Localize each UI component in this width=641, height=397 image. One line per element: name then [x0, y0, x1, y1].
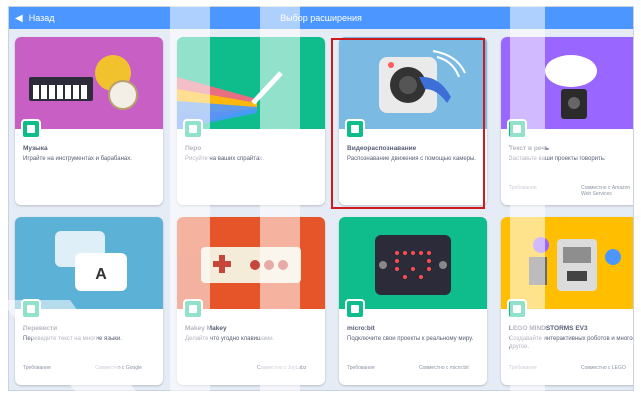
- extension-library-window: ◀ Назад Выбор расширения Музыка Играйте …: [8, 6, 634, 391]
- music-icon: [21, 119, 41, 139]
- pen-card-image: [177, 37, 325, 129]
- extension-name: Перо: [185, 145, 202, 152]
- makey-makey-card-image: [177, 217, 325, 309]
- extension-description: Распознавание движения с помощью камеры.: [347, 156, 476, 162]
- extension-requirements: Требования Совместно с LEGO: [509, 365, 633, 381]
- extension-description: Рисуйте на ваших спрайтах.: [185, 156, 264, 162]
- microbit-card-image: [339, 217, 487, 309]
- extension-card-video-sensing[interactable]: Видеораспознавание Распознавание движени…: [339, 37, 487, 205]
- collaboration-label: Совместно с Google: [95, 365, 142, 371]
- extension-grid: Музыка Играйте на инструментах и барабан…: [15, 37, 633, 387]
- extension-description: Переведите текст на многие языки.: [23, 336, 122, 342]
- pen-icon: [183, 119, 203, 139]
- requirements-label: Требования: [347, 365, 375, 371]
- extension-card-makey-makey[interactable]: Makey Makey Делайте что угодно клавишами…: [177, 217, 325, 385]
- extension-requirements: Требования Совместно с Google: [23, 365, 155, 381]
- extension-name: Перевести: [23, 325, 58, 332]
- extension-requirements: Требования Совместно с Amazon Web Servic…: [509, 185, 633, 201]
- extension-description: Создавайте интерактивных роботов и много…: [509, 336, 634, 350]
- requirements-label: Требования: [23, 365, 51, 371]
- extension-name: Makey Makey: [185, 325, 227, 332]
- makey-makey-icon: [183, 299, 203, 319]
- extension-description: Подключите свои проекты к реальному миру…: [347, 336, 474, 342]
- extension-card-translate[interactable]: A Перевести Переведите текст на многие я…: [15, 217, 163, 385]
- extension-card-lego-ev3[interactable]: LEGO MINDSTORMS EV3 Создавайте интеракти…: [501, 217, 634, 385]
- lego-ev3-icon: [507, 299, 527, 319]
- extension-name: Видеораспознавание: [347, 145, 417, 152]
- video-sensing-icon: [345, 119, 365, 139]
- extension-name: LEGO MINDSTORMS EV3: [509, 325, 588, 332]
- extension-card-text-to-speech[interactable]: Текст в речь Заставьте ваши проекты гово…: [501, 37, 633, 205]
- text-to-speech-icon: [507, 119, 527, 139]
- text-to-speech-card-image: [501, 37, 633, 129]
- requirements-label: Требования: [509, 185, 537, 191]
- extension-requirements: Требования Совместно с micro:bit: [347, 365, 479, 381]
- extension-card-pen[interactable]: Перо Рисуйте на ваших спрайтах.: [177, 37, 325, 205]
- header-bar: ◀ Назад Выбор расширения: [9, 7, 633, 29]
- page-title: Выбор расширения: [280, 13, 362, 23]
- microbit-icon: [345, 299, 365, 319]
- extension-name: Текст в речь: [509, 145, 550, 152]
- extension-description: Делайте что угодно клавишами.: [185, 336, 275, 342]
- music-card-image: [15, 37, 163, 129]
- extension-card-microbit[interactable]: micro:bit Подключите свои проекты к реал…: [339, 217, 487, 385]
- collaboration-label: Совместно с JoyLabz: [257, 365, 307, 371]
- collaboration-label: Совместно с micro:bit: [419, 365, 469, 371]
- extension-card-music[interactable]: Музыка Играйте на инструментах и барабан…: [15, 37, 163, 205]
- translate-icon: [21, 299, 41, 319]
- svg-text:A: A: [95, 266, 107, 283]
- collaboration-label: Совместно с Amazon Web Services: [581, 185, 631, 197]
- extension-name: micro:bit: [347, 325, 375, 332]
- translate-card-image: A: [15, 217, 163, 309]
- extension-description: Заставьте ваши проекты говорить.: [509, 156, 606, 162]
- collaboration-label: Совместно с LEGO: [581, 365, 626, 371]
- extension-requirements: Совместно с JoyLabz: [185, 365, 317, 381]
- video-sensing-card-image: [339, 37, 487, 129]
- requirements-label: Требования: [509, 365, 537, 371]
- extension-description: Играйте на инструментах и барабанах.: [23, 156, 132, 162]
- extension-name: Музыка: [23, 145, 48, 152]
- lego-ev3-card-image: [501, 217, 633, 309]
